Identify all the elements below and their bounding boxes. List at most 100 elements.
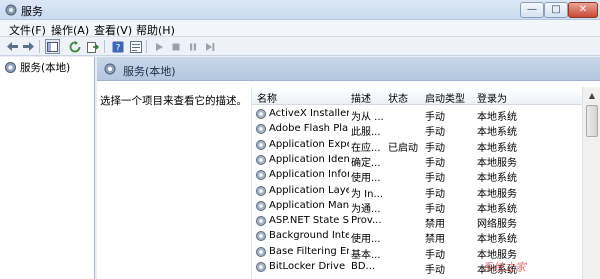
service-name-cell: Adobe Flash Pla... bbox=[269, 123, 349, 135]
toolbar: ? bbox=[0, 37, 600, 56]
column-header-startup-type[interactable]: 启动类型 bbox=[425, 90, 465, 105]
toolbar-separator bbox=[39, 40, 40, 53]
description-text: 选择一个项目来查看它的描述。 bbox=[100, 95, 247, 107]
service-gear-icon bbox=[256, 231, 266, 242]
services-list[interactable]: 名称 描述 状态 启动类型 登录为 ActiveX Installer ...为… bbox=[251, 87, 600, 279]
column-header-name[interactable]: 名称 bbox=[257, 90, 277, 105]
service-startup-cell: 手动 bbox=[425, 249, 445, 261]
export-list-icon[interactable] bbox=[85, 39, 100, 54]
maximize-button[interactable]: □ bbox=[544, 2, 568, 18]
title-bar: 服务 — □ ✕ bbox=[0, 0, 600, 20]
close-button[interactable]: ✕ bbox=[568, 2, 598, 18]
service-startup-cell: 手动 bbox=[425, 188, 445, 200]
service-logon-cell: 本地系统 bbox=[477, 142, 517, 154]
service-gear-icon bbox=[256, 262, 266, 272]
svg-text:?: ? bbox=[115, 43, 120, 53]
menu-bar: 文件(F) 操作(A) 查看(V) 帮助(H) bbox=[0, 20, 600, 37]
column-header-status[interactable]: 状态 bbox=[388, 90, 408, 105]
service-logon-cell: 网络服务 bbox=[477, 219, 517, 231]
service-row[interactable]: Base Filtering En...基本...手动本地服务 bbox=[252, 245, 582, 261]
forward-arrow-icon[interactable] bbox=[21, 39, 36, 54]
service-name-cell: Application Iden... bbox=[269, 153, 349, 165]
service-status-cell: 已启动 bbox=[388, 142, 418, 154]
service-gear-icon bbox=[256, 216, 266, 227]
service-gear-icon bbox=[256, 139, 266, 150]
service-logon-cell: 本地系统 bbox=[477, 203, 517, 215]
service-startup-cell: 手动 bbox=[425, 127, 445, 139]
service-desc-cell: 基本... bbox=[351, 249, 381, 261]
service-startup-cell: 手动 bbox=[425, 112, 445, 123]
service-logon-cell: 本地服务 bbox=[477, 188, 517, 200]
service-name-cell: Application Expe... bbox=[269, 138, 349, 150]
service-name-cell: Application Infor... bbox=[269, 169, 349, 181]
service-startup-cell: 手动 bbox=[425, 265, 445, 276]
service-row[interactable]: Adobe Flash Pla... 此服... 手动 本地系统 bbox=[252, 122, 582, 139]
pause-service-icon[interactable] bbox=[185, 39, 200, 54]
service-name-cell: ActiveX Installer ... bbox=[269, 108, 349, 119]
window-title: 服务 bbox=[21, 5, 43, 18]
toolbar-separator bbox=[146, 40, 147, 53]
vertical-scrollbar[interactable]: ▲ bbox=[582, 87, 600, 279]
service-startup-cell: 手动 bbox=[425, 203, 445, 215]
service-startup-cell: 手动 bbox=[425, 173, 445, 185]
services-gear-icon bbox=[104, 63, 116, 75]
menu-help[interactable]: 帮助(H) bbox=[136, 22, 175, 38]
restart-service-icon[interactable] bbox=[202, 39, 217, 54]
service-logon-cell: 本地系统 bbox=[477, 173, 517, 185]
console-tree-pane: 服务(本地) bbox=[0, 57, 95, 279]
service-row[interactable]: Application Man...为通... 手动 本地系统 bbox=[252, 199, 582, 215]
start-service-icon[interactable] bbox=[151, 39, 166, 54]
service-startup-cell: 禁用 bbox=[425, 219, 445, 231]
help-icon[interactable]: ? bbox=[110, 39, 125, 54]
service-name-cell: Background Inte... bbox=[269, 230, 349, 242]
service-row[interactable]: Application Infor...使用... 手动 本地系统 bbox=[252, 168, 582, 185]
back-arrow-icon[interactable] bbox=[5, 39, 20, 54]
service-desc-cell: 确定... bbox=[351, 157, 381, 169]
service-desc-cell: 使用... bbox=[351, 173, 381, 185]
show-hide-tree-icon[interactable] bbox=[45, 39, 60, 54]
column-header-description[interactable]: 描述 bbox=[351, 90, 371, 105]
properties-icon[interactable] bbox=[128, 39, 143, 54]
service-name-cell: Base Filtering En... bbox=[269, 245, 349, 257]
service-gear-icon bbox=[256, 170, 266, 181]
menu-file[interactable]: 文件(F) bbox=[9, 22, 46, 38]
service-desc-cell: 在应... bbox=[351, 142, 381, 154]
service-name-cell: Application Laye... bbox=[269, 184, 349, 196]
service-row[interactable]: ActiveX Installer ...为从 ... 手动 本地系统 bbox=[252, 107, 582, 123]
service-row[interactable]: Application Iden...确定... 手动 本地服务 bbox=[252, 153, 582, 169]
pane-header: 服务(本地) bbox=[97, 57, 600, 81]
service-row[interactable]: ASP.NET State S...Prov... 禁用 网络服务 bbox=[252, 214, 582, 231]
stop-service-icon[interactable] bbox=[168, 39, 183, 54]
refresh-icon[interactable] bbox=[67, 39, 82, 54]
service-gear-icon bbox=[256, 154, 266, 165]
service-row[interactable]: Application Laye...为 In... 手动 本地服务 bbox=[252, 184, 582, 200]
service-row[interactable]: BitLocker Drive ... BD... 手动 本地系统 bbox=[252, 260, 582, 276]
service-gear-icon bbox=[256, 124, 266, 135]
menu-view[interactable]: 查看(V) bbox=[94, 22, 132, 38]
service-logon-cell: 本地系统 bbox=[477, 234, 517, 246]
service-desc-cell: Prov... bbox=[351, 215, 382, 227]
service-gear-icon bbox=[256, 246, 266, 257]
service-gear-icon bbox=[256, 185, 266, 196]
list-header: 名称 描述 状态 启动类型 登录为 bbox=[252, 87, 582, 105]
scroll-up-arrow-icon[interactable]: ▲ bbox=[585, 89, 599, 103]
service-startup-cell: 手动 bbox=[425, 157, 445, 169]
scroll-thumb[interactable] bbox=[586, 105, 598, 137]
service-name-cell: ASP.NET State S... bbox=[269, 215, 349, 227]
service-desc-cell: BD... bbox=[351, 261, 376, 272]
menu-action[interactable]: 操作(A) bbox=[51, 22, 89, 38]
toolbar-separator bbox=[104, 40, 105, 53]
tree-item-label: 服务(本地) bbox=[20, 62, 71, 74]
tree-item-services-local[interactable]: 服务(本地) bbox=[4, 60, 70, 75]
service-logon-cell: 本地系统 bbox=[477, 127, 517, 139]
column-header-logon-as[interactable]: 登录为 bbox=[477, 90, 507, 105]
service-desc-cell: 为通... bbox=[351, 203, 381, 215]
service-row[interactable]: Application Expe...在应... 已启动手动 本地系统 bbox=[252, 138, 582, 154]
service-row[interactable]: Background Inte...使用... 禁用 本地系统 bbox=[252, 229, 582, 246]
service-logon-cell: 本地服务 bbox=[477, 157, 517, 169]
service-startup-cell: 手动 bbox=[425, 142, 445, 154]
service-desc-cell: 使用... bbox=[351, 234, 381, 246]
details-pane: 服务(本地) 选择一个项目来查看它的描述。 名称 描述 状态 启动类型 登录为 … bbox=[97, 57, 600, 279]
minimize-button[interactable]: — bbox=[520, 2, 544, 18]
services-gear-icon bbox=[5, 62, 16, 73]
